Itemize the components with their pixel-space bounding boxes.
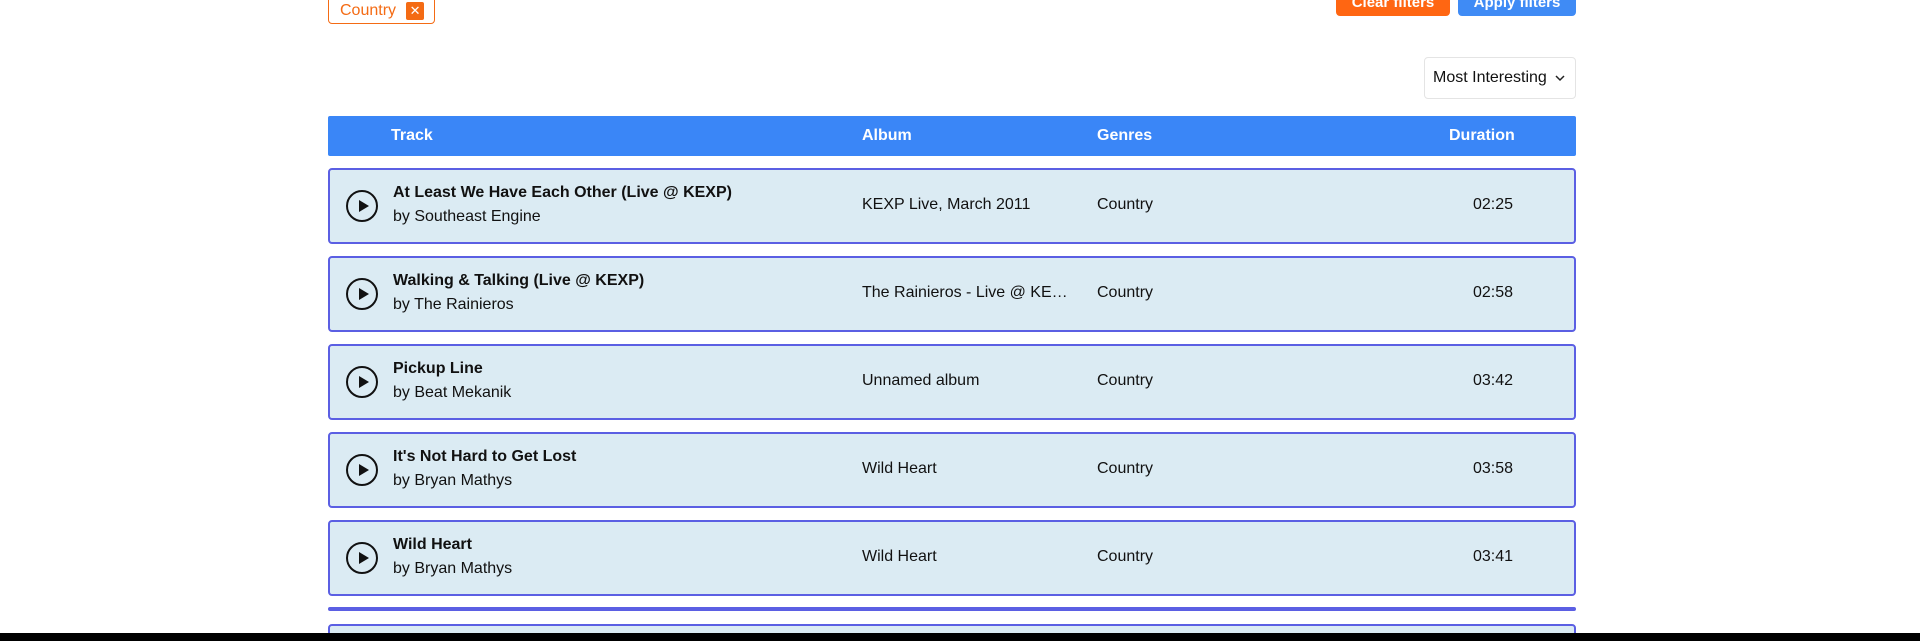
track-title[interactable]: Walking & Talking (Live @ KEXP) [393,272,644,290]
track-album[interactable]: Wild Heart [862,460,1072,478]
track-row[interactable]: Wild Heart by Bryan Mathys Wild Heart Co… [328,520,1576,596]
by-label: by [393,472,410,489]
apply-filters-button[interactable]: Apply filters [1458,0,1576,16]
track-genre[interactable]: Country [1097,372,1153,390]
page: Country ✕ Clear filters Apply filters Mo… [0,0,1920,641]
track-artist[interactable]: Bryan Mathys [414,472,512,489]
row-divider [328,607,1576,611]
track-artist-line: by Southeast Engine [393,208,541,226]
column-header-duration[interactable]: Duration [1449,127,1515,145]
track-album[interactable]: KEXP Live, March 2011 [862,196,1072,214]
track-duration: 03:58 [1473,460,1514,477]
track-duration: 02:58 [1473,284,1514,301]
track-album[interactable]: The Rainieros - Live @ KEXP [862,284,1072,302]
by-label: by [393,296,410,313]
track-duration: 03:41 [1473,548,1514,565]
column-header-genres[interactable]: Genres [1097,127,1152,145]
table-header: Track Album Genres Duration [328,116,1576,156]
track-duration: 03:42 [1473,372,1514,389]
filter-chip-label: Country [340,2,397,19]
track-duration: 02:25 [1473,196,1514,213]
track-artist-line: by Beat Mekanik [393,384,511,402]
track-title[interactable]: Pickup Line [393,360,483,378]
track-row[interactable]: Walking & Talking (Live @ KEXP) by The R… [328,256,1576,332]
play-icon[interactable] [346,190,378,222]
track-artist[interactable]: Bryan Mathys [414,560,512,577]
track-artist[interactable]: The Rainieros [414,296,514,313]
track-album[interactable]: Unnamed album [862,372,1072,390]
track-artist-line: by The Rainieros [393,296,514,314]
play-icon[interactable] [346,366,378,398]
filter-chip-country[interactable]: Country ✕ [328,0,435,24]
track-artist-line: by Bryan Mathys [393,560,512,578]
sort-select[interactable]: Most Interesting [1424,57,1576,99]
track-title[interactable]: Wild Heart [393,536,472,554]
track-title[interactable]: It's Not Hard to Get Lost [393,448,576,466]
track-genre[interactable]: Country [1097,284,1153,302]
column-header-album[interactable]: Album [862,127,912,145]
track-artist[interactable]: Southeast Engine [414,208,540,225]
sort-select-value: Most Interesting [1433,69,1547,86]
track-artist-line: by Bryan Mathys [393,472,512,490]
clear-filters-button[interactable]: Clear filters [1336,0,1450,16]
track-artist[interactable]: Beat Mekanik [414,384,511,401]
close-icon[interactable]: ✕ [406,2,425,20]
track-genre[interactable]: Country [1097,460,1153,478]
by-label: by [393,384,410,401]
track-genre[interactable]: Country [1097,548,1153,566]
by-label: by [393,560,410,577]
screen-bottom-edge [0,633,1920,641]
play-icon[interactable] [346,278,378,310]
track-title[interactable]: At Least We Have Each Other (Live @ KEXP… [393,184,732,202]
column-header-track[interactable]: Track [391,127,433,145]
track-row[interactable]: At Least We Have Each Other (Live @ KEXP… [328,168,1576,244]
play-icon[interactable] [346,542,378,574]
chevron-down-icon [1555,71,1565,85]
track-genre[interactable]: Country [1097,196,1153,214]
play-icon[interactable] [346,454,378,486]
by-label: by [393,208,410,225]
track-row[interactable]: It's Not Hard to Get Lost by Bryan Mathy… [328,432,1576,508]
track-row[interactable]: Pickup Line by Beat Mekanik Unnamed albu… [328,344,1576,420]
track-album[interactable]: Wild Heart [862,548,1072,566]
